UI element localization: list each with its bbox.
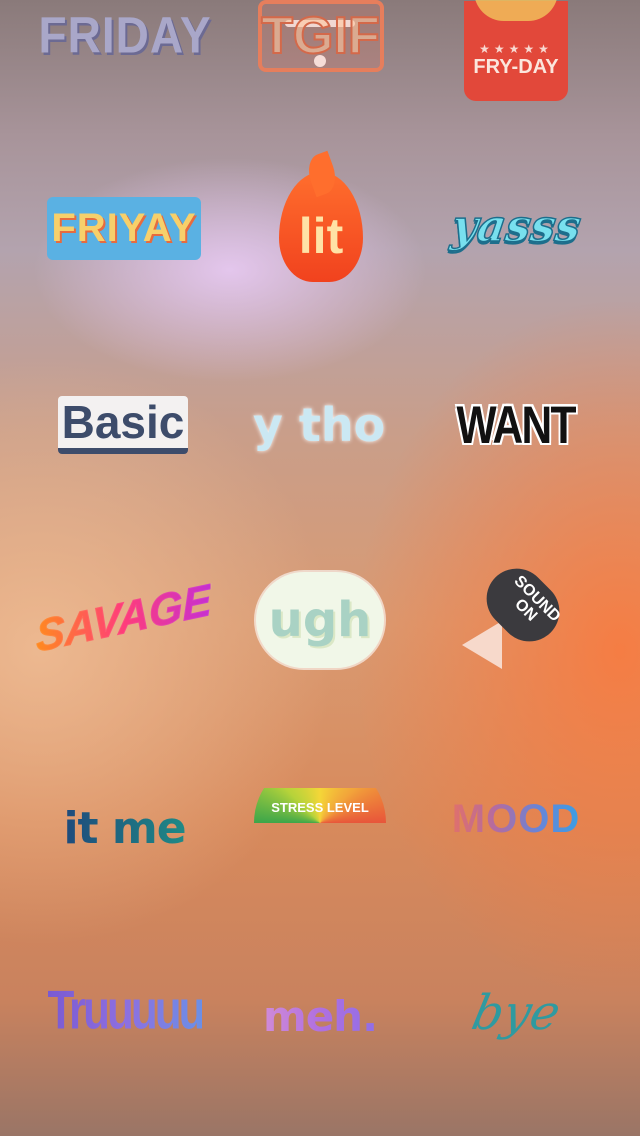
sticker-yasss-label: yasss: [447, 200, 584, 253]
sticker-meh-label: meh.: [262, 991, 378, 1041]
flame-icon: lit: [279, 172, 363, 282]
sticker-y-tho-label: y tho: [252, 398, 386, 452]
sticker-tgif-label: TGIF: [260, 6, 380, 66]
sticker-want-label: WANT: [456, 395, 577, 455]
fries-box-icon: ★★★★★ FRY-DAY: [464, 0, 568, 101]
sticker-want[interactable]: WANT: [455, 395, 577, 455]
rainbow-arc-icon: [254, 788, 386, 852]
sticker-savage-label: SAVAGE: [35, 574, 213, 662]
sticker-basic-label: Basic: [57, 396, 189, 454]
sticker-friday-label: FRIDAY: [38, 6, 212, 64]
sticker-sound-on-label: SOUND ON: [499, 573, 564, 636]
sticker-meh[interactable]: meh.: [245, 990, 395, 1042]
sticker-bye[interactable]: bye: [440, 982, 592, 1044]
sticker-ugh-label: ugh: [268, 592, 372, 648]
sticker-basic[interactable]: Basic: [57, 393, 189, 457]
sticker-truuuuu[interactable]: Truuuuu: [48, 975, 206, 1047]
sticker-truuuuu-label: Truuuuu: [47, 979, 206, 1041]
sticker-tgif[interactable]: TGIF: [257, 0, 384, 72]
sticker-sound-on[interactable]: SOUND ON: [462, 556, 572, 675]
sticker-friyay[interactable]: FRIYAY: [47, 197, 201, 260]
sticker-y-tho[interactable]: y tho: [252, 392, 386, 458]
sticker-mood-label: MOOD: [451, 796, 581, 841]
sticker-friyay-label: FRIYAY: [51, 206, 197, 250]
fries-top: [474, 0, 558, 21]
sticker-lit[interactable]: lit: [272, 168, 370, 286]
sticker-yasss[interactable]: yasss: [447, 190, 584, 262]
sticker-mood[interactable]: MOOD: [440, 794, 592, 844]
speaker-icon: [462, 621, 502, 669]
sticker-stress-level[interactable]: STRESS LEVEL: [250, 788, 390, 852]
sticker-stress-level-label: STRESS LEVEL: [271, 800, 369, 815]
sticker-ugh[interactable]: ugh: [255, 570, 385, 670]
sticker-it-me-label: it me: [63, 802, 186, 854]
sticker-friday[interactable]: FRIDAY: [39, 0, 211, 70]
sticker-lit-label: lit: [298, 208, 344, 264]
sticker-savage[interactable]: SAVAGE: [35, 574, 213, 663]
sticker-it-me[interactable]: it me: [62, 796, 187, 860]
sticker-tgif-frame: TGIF: [257, 0, 384, 72]
star-row-icon: ★★★★★: [479, 41, 553, 56]
sticker-bye-label: bye: [466, 985, 566, 1041]
cloud-icon: ugh: [256, 572, 384, 668]
sticker-fry-day-label: FRY-DAY: [473, 55, 559, 78]
sticker-fry-day[interactable]: ★★★★★ FRY-DAY: [462, 0, 570, 102]
